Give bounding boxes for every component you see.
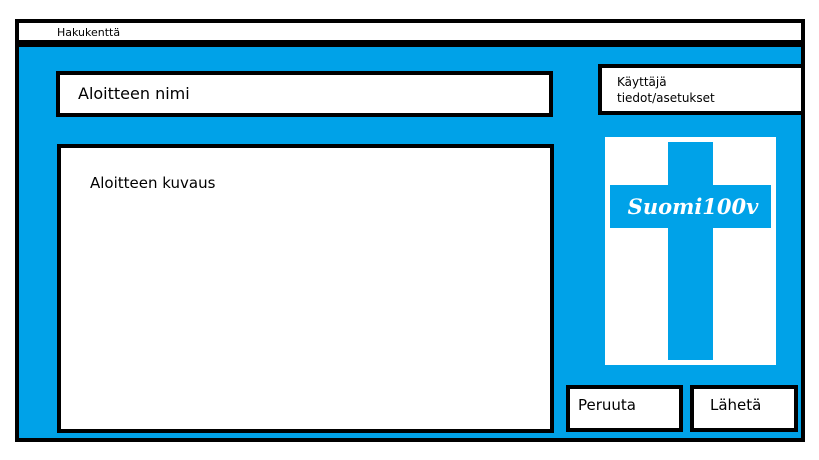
cross-logo-graphic: Suomi100v [610, 142, 771, 360]
cancel-button[interactable]: Peruuta [566, 385, 683, 432]
submit-button-label: Lähetä [710, 396, 762, 414]
initiative-title-field[interactable]: Aloitteen nimi [56, 71, 553, 117]
cross-vertical-bar [668, 142, 713, 360]
submit-button[interactable]: Lähetä [690, 385, 798, 432]
initiative-description-placeholder: Aloitteen kuvaus [90, 174, 216, 192]
logo-text: Suomi100v [628, 194, 759, 219]
app-canvas: Hakukenttä Aloitteen nimi Aloitteen kuva… [0, 0, 819, 460]
suomi100-logo: Suomi100v [605, 137, 776, 365]
initiative-description-field[interactable]: Aloitteen kuvaus [57, 144, 554, 433]
cancel-button-label: Peruuta [578, 396, 636, 414]
search-input-label: Hakukenttä [57, 26, 121, 39]
user-settings-button[interactable]: Käyttäjä tiedot/asetukset [598, 64, 805, 115]
user-settings-label: Käyttäjä tiedot/asetukset [617, 75, 715, 105]
initiative-title-placeholder: Aloitteen nimi [78, 84, 190, 103]
search-input[interactable]: Hakukenttä [15, 19, 805, 44]
